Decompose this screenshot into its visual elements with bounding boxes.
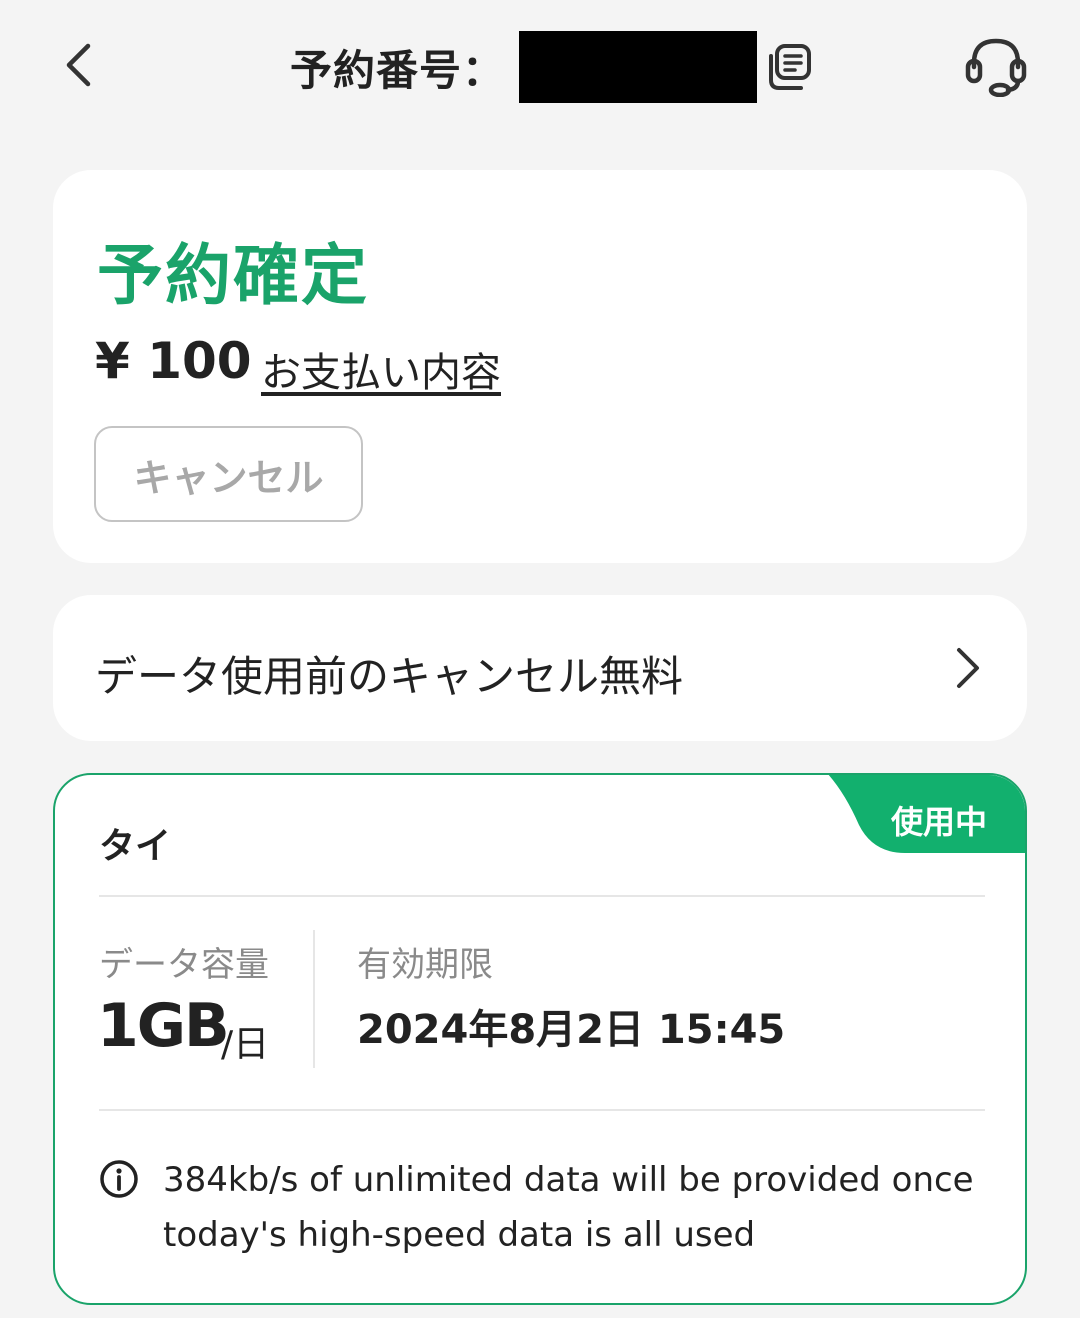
cancel-button[interactable]: キャンセル	[94, 426, 363, 522]
vertical-divider	[313, 930, 315, 1068]
divider	[99, 1109, 985, 1111]
data-capacity-value: 1GB	[97, 991, 230, 1061]
info-icon	[100, 1160, 138, 1198]
redacted-reservation-number	[519, 31, 758, 103]
back-button[interactable]	[50, 34, 106, 96]
free-cancellation-row[interactable]: データ使用前のキャンセル無料	[53, 595, 1027, 741]
data-plan-card: 使用中 タイ データ容量 1GB /日 有効期限 2024年8月2日 15:45…	[53, 773, 1027, 1305]
chevron-right-icon	[957, 648, 979, 688]
copy-icon	[769, 44, 812, 90]
divider	[99, 895, 985, 897]
customer-support-button[interactable]	[960, 30, 1032, 100]
country-name: タイ	[99, 826, 172, 867]
expiry-label: 有効期限	[357, 945, 493, 985]
headset-icon	[965, 38, 1027, 97]
header-bar: 予約番号：	[0, 0, 1080, 134]
payment-details-link[interactable]: お支払い内容	[261, 340, 501, 398]
in-use-badge: 使用中	[890, 803, 987, 841]
reservation-number-group: 予約番号：	[290, 30, 815, 104]
data-capacity-unit: /日	[221, 1024, 270, 1065]
reservation-status: 予約確定	[97, 237, 369, 314]
reservation-number-label: 予約番号：	[290, 45, 506, 95]
copy-button[interactable]	[761, 40, 815, 94]
free-cancellation-label: データ使用前のキャンセル無料	[95, 652, 684, 701]
data-capacity-label: データ容量	[99, 945, 269, 985]
expiry-value: 2024年8月2日 15:45	[357, 1007, 786, 1053]
reservation-status-card: 予約確定 ¥ 100 お支払い内容 キャンセル	[53, 170, 1027, 563]
price-amount: ¥ 100	[95, 332, 252, 390]
unlimited-data-notice: 384kb/s of unlimited data will be provid…	[163, 1160, 974, 1255]
chevron-left-icon	[66, 43, 91, 87]
